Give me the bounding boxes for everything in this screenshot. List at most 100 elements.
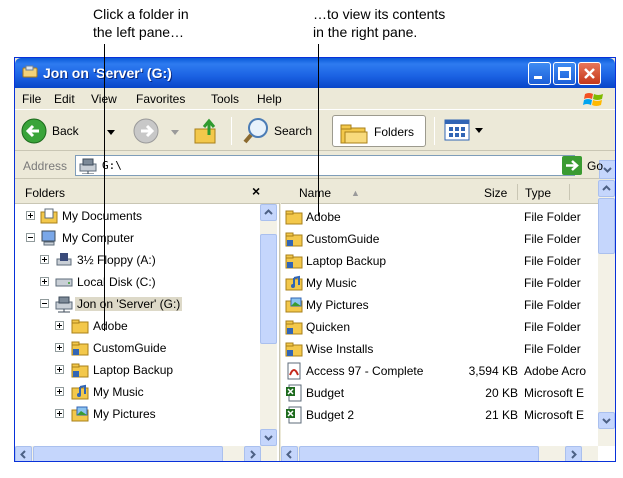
go-label[interactable]: Go <box>587 159 603 173</box>
collapse-icon[interactable] <box>40 299 49 308</box>
scroll-thumb[interactable] <box>33 446 223 461</box>
column-header-bar: Name ▲ Size Type <box>281 180 598 204</box>
scroll-left-button[interactable] <box>281 446 298 461</box>
expand-icon[interactable] <box>55 409 64 418</box>
folder-tree: My Documents My Computer 3½ Floppy (A:) … <box>15 204 258 438</box>
file-type: File Folder <box>524 254 581 268</box>
back-button[interactable]: Back <box>19 116 91 146</box>
collapse-icon[interactable] <box>26 233 35 242</box>
search-button[interactable]: Search <box>241 116 327 146</box>
folders-pane-close-button[interactable]: × <box>252 183 260 199</box>
file-type: Microsoft E <box>524 386 585 400</box>
column-header-type[interactable]: Type <box>525 186 551 200</box>
column-divider[interactable] <box>569 184 570 200</box>
toolbar-separator <box>231 117 232 145</box>
scroll-thumb[interactable] <box>299 446 539 461</box>
list-item-laptop-backup[interactable]: Laptop Backup File Folder <box>281 251 598 273</box>
file-size: 20 KB <box>485 386 518 400</box>
list-item-quicken[interactable]: Quicken File Folder <box>281 317 598 339</box>
file-type: File Folder <box>524 342 581 356</box>
folders-horizontal-scrollbar[interactable] <box>15 446 277 461</box>
scroll-up-button[interactable] <box>260 204 277 221</box>
scroll-right-button[interactable] <box>244 446 261 461</box>
address-input[interactable]: G:\ <box>75 155 615 179</box>
pictures-folder-icon <box>285 297 303 313</box>
expand-icon[interactable] <box>40 255 49 264</box>
search-icon <box>243 118 268 144</box>
expand-icon[interactable] <box>40 277 49 286</box>
expand-icon[interactable] <box>55 321 64 330</box>
column-header-size[interactable]: Size <box>484 186 507 200</box>
chevron-left-icon <box>20 450 26 459</box>
go-button[interactable] <box>562 156 582 175</box>
scroll-up-button[interactable] <box>598 180 615 197</box>
scroll-thumb[interactable] <box>598 198 615 254</box>
maximize-button[interactable] <box>553 62 576 85</box>
file-name: My Music <box>306 276 357 290</box>
scroll-thumb[interactable] <box>260 234 277 344</box>
expand-icon[interactable] <box>26 211 35 220</box>
expand-icon[interactable] <box>55 387 64 396</box>
menu-file[interactable]: File <box>22 92 41 106</box>
scroll-left-button[interactable] <box>15 446 32 461</box>
list-item-budget[interactable]: Budget 20 KB Microsoft E <box>281 383 598 405</box>
callout-left-line1: Click a folder in <box>93 6 189 22</box>
callout-right-leader-line <box>318 44 319 216</box>
callout-right: …to view its contents in the right pane. <box>313 5 445 41</box>
close-button[interactable] <box>578 62 601 85</box>
back-dropdown-icon[interactable] <box>107 125 115 139</box>
menu-help[interactable]: Help <box>257 92 282 106</box>
file-name: Budget <box>306 386 345 400</box>
contents-vertical-scrollbar[interactable] <box>598 180 615 446</box>
chevron-right-icon <box>250 450 256 459</box>
views-button[interactable] <box>443 116 487 146</box>
scroll-right-button[interactable] <box>565 446 582 461</box>
expand-icon[interactable] <box>55 343 64 352</box>
forward-dropdown-icon[interactable] <box>171 125 179 139</box>
folders-vertical-scrollbar[interactable] <box>260 204 277 446</box>
floppy-drive-icon <box>56 253 72 266</box>
menu-edit[interactable]: Edit <box>54 92 75 106</box>
file-name: Wise Installs <box>306 342 374 356</box>
chevron-down-icon <box>264 435 273 441</box>
file-size: 21 KB <box>485 408 518 422</box>
tree-item-label: Local Disk (C:) <box>77 275 156 289</box>
list-item-customguide[interactable]: CustomGuide File Folder <box>281 229 598 251</box>
chevron-up-icon <box>264 209 273 215</box>
chevron-right-icon <box>571 450 577 459</box>
title-bar[interactable]: Jon on 'Server' (G:) <box>15 58 615 88</box>
folders-button[interactable]: Folders <box>332 115 426 147</box>
file-name: Adobe <box>306 210 341 224</box>
scroll-down-button[interactable] <box>260 429 277 446</box>
network-drive-icon <box>79 158 97 174</box>
expand-icon[interactable] <box>55 365 64 374</box>
tree-item-label: My Computer <box>62 231 135 245</box>
menu-favorites[interactable]: Favorites <box>136 92 185 106</box>
maximize-icon <box>558 67 571 80</box>
forward-button[interactable] <box>131 116 161 146</box>
scroll-down-button[interactable] <box>598 412 615 429</box>
list-item-my-music[interactable]: My Music File Folder <box>281 273 598 295</box>
list-item-access-97[interactable]: Access 97 - Complete 3,594 KB Adobe Acro <box>281 361 598 383</box>
back-label: Back <box>52 124 79 138</box>
list-item-wise-installs[interactable]: Wise Installs File Folder <box>281 339 598 361</box>
menu-tools[interactable]: Tools <box>211 92 239 106</box>
minimize-icon <box>534 76 542 79</box>
minimize-button[interactable] <box>528 62 551 85</box>
callout-right-line2: in the right pane. <box>313 24 418 40</box>
folder-icon <box>285 320 303 335</box>
my-computer-icon <box>41 230 56 246</box>
list-item-my-pictures[interactable]: My Pictures File Folder <box>281 295 598 317</box>
address-label: Address <box>23 159 68 173</box>
views-icon <box>444 119 470 141</box>
contents-horizontal-scrollbar[interactable] <box>281 446 598 461</box>
file-name: Laptop Backup <box>306 254 387 268</box>
up-folder-button[interactable] <box>191 116 223 146</box>
list-item-budget-2[interactable]: Budget 2 21 KB Microsoft E <box>281 405 598 427</box>
column-header-name[interactable]: Name <box>299 186 331 200</box>
column-divider[interactable] <box>517 184 518 200</box>
contents-pane: Name ▲ Size Type Adobe File Folder Custo… <box>281 180 615 461</box>
folder-icon <box>285 210 303 225</box>
list-item-adobe[interactable]: Adobe File Folder <box>281 207 598 229</box>
file-list: Adobe File Folder CustomGuide File Folde… <box>281 204 598 438</box>
